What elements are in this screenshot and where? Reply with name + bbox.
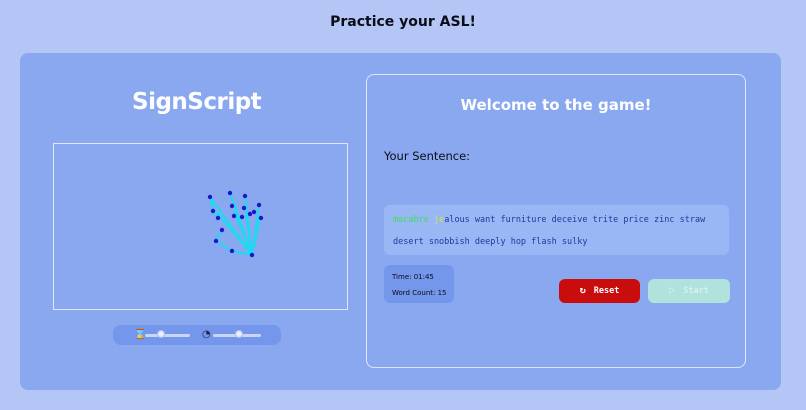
speed-slider-handle[interactable] [156, 330, 165, 338]
start-label: Start [683, 286, 709, 296]
page-title: Practice your ASL! [330, 14, 476, 30]
speedometer-icon: ◔ [202, 329, 211, 340]
welcome-heading: Welcome to the game! [460, 96, 652, 114]
stats-box: Time: 01:45 Word Count: 15 [384, 265, 454, 303]
completed-words: macabre [393, 215, 434, 225]
current-typed: je [433, 215, 445, 225]
word-count: Word Count: 15 [392, 289, 447, 297]
play-icon: ▷ [669, 285, 676, 296]
timer: Time: 01:45 [392, 273, 434, 281]
sentence-line-1: macabre jealous want furniture deceive t… [393, 209, 720, 231]
hand-landmarks [207, 190, 264, 258]
speed-slider[interactable] [145, 334, 190, 337]
reset-button[interactable]: ↻ Reset [559, 279, 640, 303]
remaining-words: alous want furniture deceive trite price… [444, 215, 706, 225]
camera-feed [53, 143, 348, 310]
reset-label: Reset [593, 286, 620, 296]
sentence-line-2: desert snobbish deeply hop flash sulky [393, 237, 588, 247]
sentence-box: macabre jealous want furniture deceive t… [384, 205, 729, 255]
video-controls: ⌛ ◔ [113, 325, 281, 345]
start-button[interactable]: ▷ Start [648, 279, 730, 303]
sentence-label: Your Sentence: [384, 149, 471, 163]
refresh-icon: ↻ [579, 285, 586, 296]
logo: SignScript [132, 89, 262, 115]
